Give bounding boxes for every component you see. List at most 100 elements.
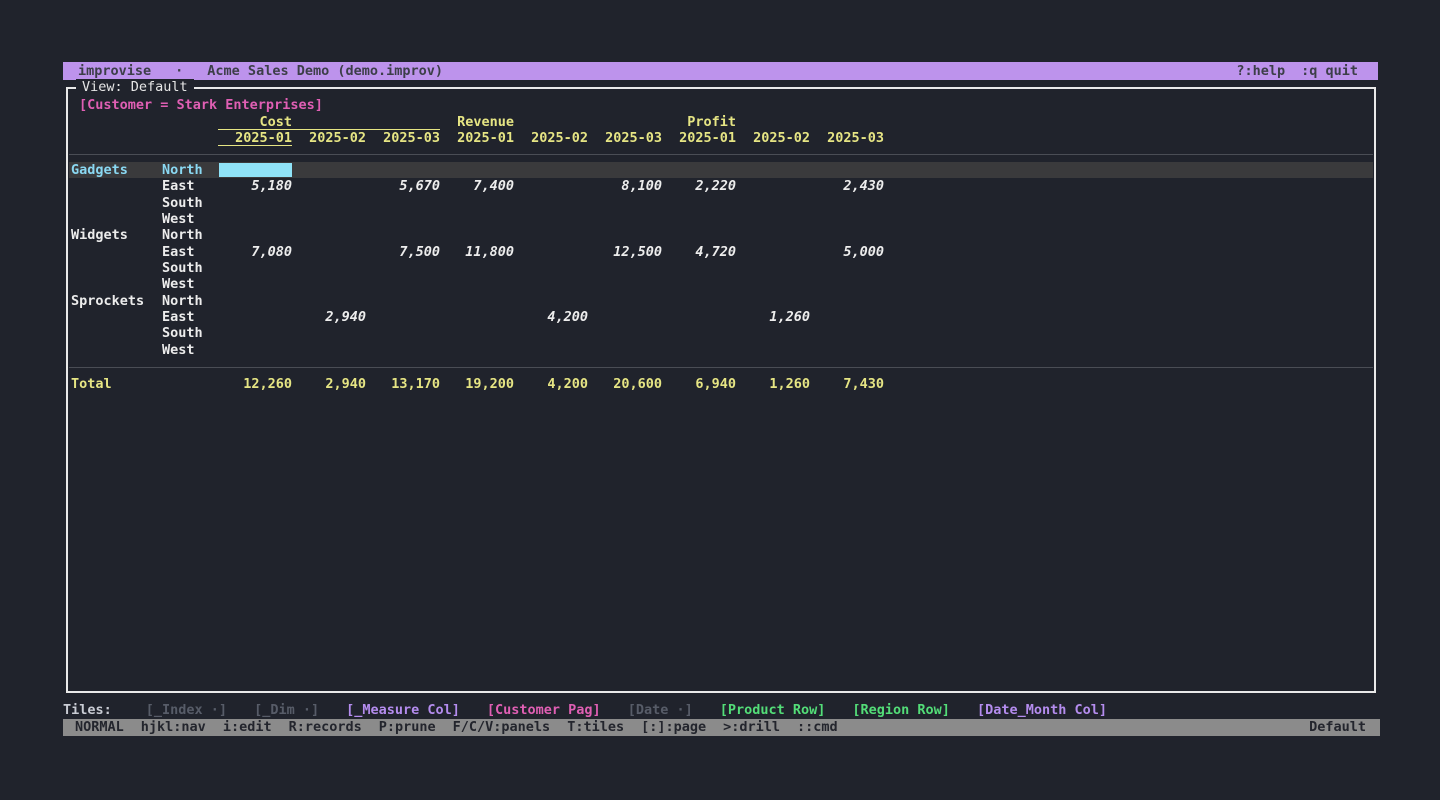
table-row[interactable]: South xyxy=(69,195,1373,211)
table-row[interactable]: South xyxy=(69,325,1373,341)
value-cell[interactable]: 2,940 xyxy=(292,309,366,325)
selected-cell-cursor[interactable] xyxy=(219,163,292,177)
help-hint: ?:help xyxy=(1236,62,1285,80)
month-column-header[interactable]: 2025-02 xyxy=(292,130,366,146)
month-column-header[interactable]: 2025-01 xyxy=(218,130,292,146)
measure-group-header[interactable]: Profit xyxy=(662,114,884,130)
tiles-bar-label: Tiles: xyxy=(63,702,112,718)
title-separator-dot: · xyxy=(175,62,183,80)
keybinding-hint: >:drill xyxy=(723,719,780,736)
total-value-cell: 20,600 xyxy=(588,376,662,392)
measure-group-header[interactable]: Cost xyxy=(218,114,440,130)
tile-chip[interactable]: [_Dim ·] xyxy=(254,702,319,718)
table-row[interactable]: South xyxy=(69,260,1373,276)
month-column-header[interactable]: 2025-02 xyxy=(736,130,810,146)
region-row-label: West xyxy=(162,342,195,358)
total-row: Total 12,2602,94013,17019,2004,20020,600… xyxy=(69,376,1373,392)
value-cell[interactable]: 1,260 xyxy=(736,309,810,325)
table-row[interactable]: West xyxy=(69,342,1373,358)
total-value-cell: 19,200 xyxy=(440,376,514,392)
table-row[interactable]: East 5,180 5,6707,400 8,1002,220 2,430 xyxy=(69,178,1373,194)
total-label: Total xyxy=(71,376,112,392)
region-row-label: South xyxy=(162,325,203,341)
total-value-cell: 2,940 xyxy=(292,376,366,392)
table-row[interactable]: West xyxy=(69,276,1373,292)
region-row-label: North xyxy=(162,162,203,178)
month-column-header[interactable]: 2025-01 xyxy=(440,130,514,146)
tiles-bar: Tiles: [_Index ·] [_Dim ·] [_Measure Col] [… xyxy=(63,702,1380,718)
status-right-view-name: Default xyxy=(1309,719,1366,736)
region-row-label: East xyxy=(162,244,195,260)
value-cell[interactable]: 7,400 xyxy=(440,178,514,194)
tile-chip[interactable]: [_Measure Col] xyxy=(346,702,460,718)
keybinding-hint: ::cmd xyxy=(797,719,838,736)
region-row-label: East xyxy=(162,309,195,325)
total-value-cell: 1,260 xyxy=(736,376,810,392)
tile-chip[interactable]: [Customer Pag] xyxy=(487,702,601,718)
value-cell[interactable]: 5,000 xyxy=(810,244,884,260)
region-row-label: North xyxy=(162,293,203,309)
month-column-header[interactable]: 2025-01 xyxy=(662,130,736,146)
keybinding-hint: T:tiles xyxy=(567,719,624,736)
keybinding-hint: i:edit xyxy=(223,719,272,736)
header-month-row: 2025-012025-022025-032025-012025-022025-… xyxy=(68,130,1374,146)
measure-group-header[interactable]: Revenue xyxy=(440,114,662,130)
tile-chip[interactable]: [Product Row] xyxy=(720,702,826,718)
value-cell[interactable]: 4,720 xyxy=(662,244,736,260)
total-value-cell: 4,200 xyxy=(514,376,588,392)
month-column-header[interactable]: 2025-03 xyxy=(588,130,662,146)
value-cell[interactable]: 5,670 xyxy=(366,178,440,194)
product-row-label: Widgets xyxy=(71,227,128,243)
total-value-cell: 7,430 xyxy=(810,376,884,392)
tile-chip[interactable]: [Date ·] xyxy=(628,702,693,718)
header-measure-groups: CostRevenueProfit xyxy=(68,114,1374,130)
keybinding-hint: P:prune xyxy=(379,719,436,736)
total-value-cell: 6,940 xyxy=(662,376,736,392)
total-separator xyxy=(69,367,1373,368)
total-value-cell: 12,260 xyxy=(218,376,292,392)
keybinding-hint: R:records xyxy=(289,719,362,736)
product-row-label: Sprockets xyxy=(71,293,144,309)
region-row-label: West xyxy=(162,211,195,227)
region-row-label: South xyxy=(162,260,203,276)
table-row[interactable]: West xyxy=(69,211,1373,227)
keybinding-hint: F/C/V:panels xyxy=(453,719,551,736)
value-cell[interactable]: 12,500 xyxy=(588,244,662,260)
tile-chip[interactable]: [Region Row] xyxy=(852,702,950,718)
value-cell[interactable]: 11,800 xyxy=(440,244,514,260)
value-cell[interactable]: 5,180 xyxy=(218,178,292,194)
product-row-label: Gadgets xyxy=(71,162,128,178)
value-cell[interactable]: 7,080 xyxy=(218,244,292,260)
region-row-label: North xyxy=(162,227,203,243)
table-row[interactable]: Widgets North xyxy=(69,227,1373,243)
month-column-header[interactable]: 2025-03 xyxy=(810,130,884,146)
value-cell[interactable]: 8,100 xyxy=(588,178,662,194)
region-row-label: West xyxy=(162,276,195,292)
view-title: View: Default xyxy=(76,79,194,95)
value-cell[interactable]: 2,220 xyxy=(662,178,736,194)
keybinding-hint: hjkl:nav xyxy=(141,719,206,736)
table-row[interactable]: Gadgets North xyxy=(69,162,1373,178)
table-row[interactable]: East 2,940 4,200 1,260 xyxy=(69,309,1373,325)
month-column-header[interactable]: 2025-03 xyxy=(366,130,440,146)
table-row[interactable]: East 7,080 7,50011,800 12,5004,720 5,000 xyxy=(69,244,1373,260)
value-cell[interactable]: 4,200 xyxy=(514,309,588,325)
document-title: Acme Sales Demo (demo.improv) xyxy=(207,62,443,80)
status-bar: NORMAL hjkl:nav i:edit R:records P:prune F/C… xyxy=(63,719,1380,736)
region-row-label: East xyxy=(162,178,195,194)
quit-hint: :q quit xyxy=(1301,62,1358,80)
region-row-label: South xyxy=(162,195,203,211)
value-cell[interactable]: 2,430 xyxy=(810,178,884,194)
header-separator xyxy=(69,154,1373,155)
tile-chip[interactable]: [Date_Month Col] xyxy=(977,702,1107,718)
value-cell[interactable]: 7,500 xyxy=(366,244,440,260)
month-column-header[interactable]: 2025-02 xyxy=(514,130,588,146)
total-value-cell: 13,170 xyxy=(366,376,440,392)
page-filter[interactable]: [Customer = Stark Enterprises] xyxy=(79,97,323,113)
tile-chip[interactable]: [_Index ·] xyxy=(146,702,227,718)
mode-indicator: NORMAL xyxy=(75,719,124,736)
title-bar: improvise · Acme Sales Demo (demo.improv… xyxy=(63,62,1378,80)
table-row[interactable]: Sprockets North xyxy=(69,293,1373,309)
keybinding-hint: [:]:page xyxy=(641,719,706,736)
view-panel: View: Default [Customer = Stark Enterpri… xyxy=(66,87,1376,693)
